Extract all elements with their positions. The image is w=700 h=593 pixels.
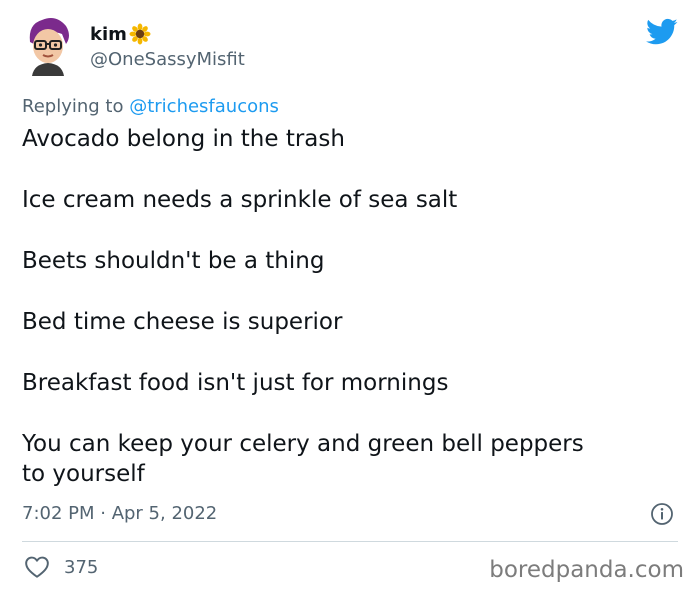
tweet-timestamp[interactable]: 7:02 PM · Apr 5, 2022 (22, 503, 217, 524)
heart-icon[interactable] (24, 555, 50, 579)
reply-prefix: Replying to (22, 96, 124, 117)
tweet-header: kim @OneSassyMisfit (22, 14, 682, 84)
tweet-line: Bed time cheese is superior (22, 309, 343, 335)
avatar[interactable] (22, 14, 74, 76)
like-action[interactable]: 375 (24, 555, 98, 579)
like-count: 375 (64, 556, 99, 578)
tweet-line: You can keep your celery and green bell … (22, 431, 584, 457)
watermark: boredpanda.com (489, 557, 684, 583)
tweet-line: to yourself (22, 461, 145, 487)
sunflower-emoji-icon (129, 23, 151, 45)
tweet-line: Ice cream needs a sprinkle of sea salt (22, 187, 458, 213)
display-name-text[interactable]: kim (90, 24, 127, 45)
tweet-line: Avocado belong in the trash (22, 126, 345, 152)
info-icon[interactable] (650, 502, 674, 526)
tweet-line: Breakfast food isn't just for mornings (22, 370, 449, 396)
tweet-text: Avocado belong in the trash Ice cream ne… (22, 124, 682, 489)
tweet-line: Beets shouldn't be a thing (22, 248, 325, 274)
reply-mention-link[interactable]: @trichesfaucons (129, 96, 279, 117)
author-block: kim @OneSassyMisfit (90, 22, 245, 70)
divider (22, 541, 678, 542)
user-handle[interactable]: @OneSassyMisfit (90, 49, 245, 70)
display-name[interactable]: kim (90, 22, 245, 46)
reply-context: Replying to @trichesfaucons (22, 96, 279, 117)
twitter-bird-icon[interactable] (646, 18, 678, 46)
